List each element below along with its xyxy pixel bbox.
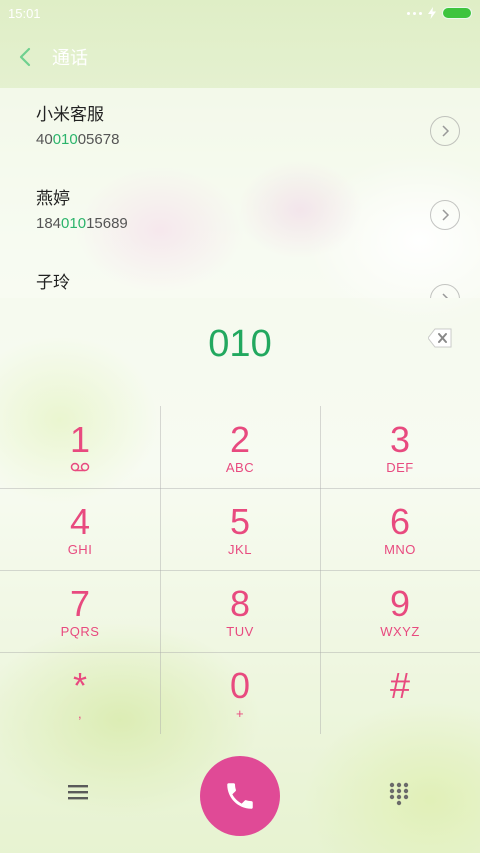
number-match-highlight: 010 xyxy=(52,131,78,148)
contact-detail-button[interactable] xyxy=(430,200,460,230)
key-9[interactable]: 9 WXYZ xyxy=(320,570,480,652)
key-6[interactable]: 6 MNO xyxy=(320,488,480,570)
back-button[interactable] xyxy=(18,42,44,72)
number-match-highlight: 010 xyxy=(61,215,87,232)
key-0[interactable]: 0 + xyxy=(160,652,320,734)
key-3[interactable]: 3 DEF xyxy=(320,406,480,488)
key-7[interactable]: 7 PQRS xyxy=(0,570,160,652)
chevron-right-icon xyxy=(442,125,450,137)
page-title: 通话 xyxy=(52,48,88,69)
contact-name: 燕婷 xyxy=(36,189,70,209)
contact-result-item[interactable]: 小米客服 4001005678 xyxy=(0,88,480,172)
key-hash[interactable]: # xyxy=(320,652,480,734)
key-4[interactable]: 4 GHI xyxy=(0,488,160,570)
menu-button[interactable] xyxy=(66,782,96,806)
chevron-left-icon xyxy=(19,47,31,67)
key-2[interactable]: 2 ABC xyxy=(160,406,320,488)
contact-number: 4001005678 xyxy=(36,131,120,148)
contact-detail-button[interactable] xyxy=(430,116,460,146)
keypad: 1 2 ABC 3 DEF 4 GHI 5 JKL 6 MNO 7 PQRS 8… xyxy=(0,406,480,734)
key-5[interactable]: 5 JKL xyxy=(160,488,320,570)
charging-icon xyxy=(428,7,436,19)
contact-result-item[interactable]: 燕婷 18401015689 xyxy=(0,172,480,256)
phone-icon xyxy=(227,783,253,809)
menu-icon xyxy=(68,785,88,800)
status-bar: 15:01 xyxy=(0,0,480,26)
contact-name: 小米客服 xyxy=(36,105,104,125)
backspace-icon xyxy=(427,328,452,348)
battery-icon xyxy=(442,7,472,19)
contact-results-list: 小米客服 4001005678 燕婷 18401015689 子玲 xyxy=(0,88,480,298)
contact-number: 18401015689 xyxy=(36,215,128,232)
backspace-button[interactable] xyxy=(427,328,452,350)
key-1[interactable]: 1 xyxy=(0,406,160,488)
dialpad-toggle-button[interactable] xyxy=(388,782,412,808)
call-button[interactable] xyxy=(200,756,280,836)
status-time: 15:01 xyxy=(8,5,41,21)
dialpad-icon xyxy=(389,782,409,806)
signal-icon xyxy=(407,11,422,15)
header: 通话 xyxy=(0,26,480,88)
contact-name: 子玲 xyxy=(36,273,70,293)
contact-result-item[interactable]: 子玲 xyxy=(0,256,480,298)
chevron-right-icon xyxy=(442,209,450,221)
key-8[interactable]: 8 TUV xyxy=(160,570,320,652)
status-icons xyxy=(407,7,472,19)
bottom-bar xyxy=(0,752,480,853)
key-star[interactable]: * , xyxy=(0,652,160,734)
voicemail-icon xyxy=(70,462,90,472)
dialed-number: 010 xyxy=(208,323,272,365)
